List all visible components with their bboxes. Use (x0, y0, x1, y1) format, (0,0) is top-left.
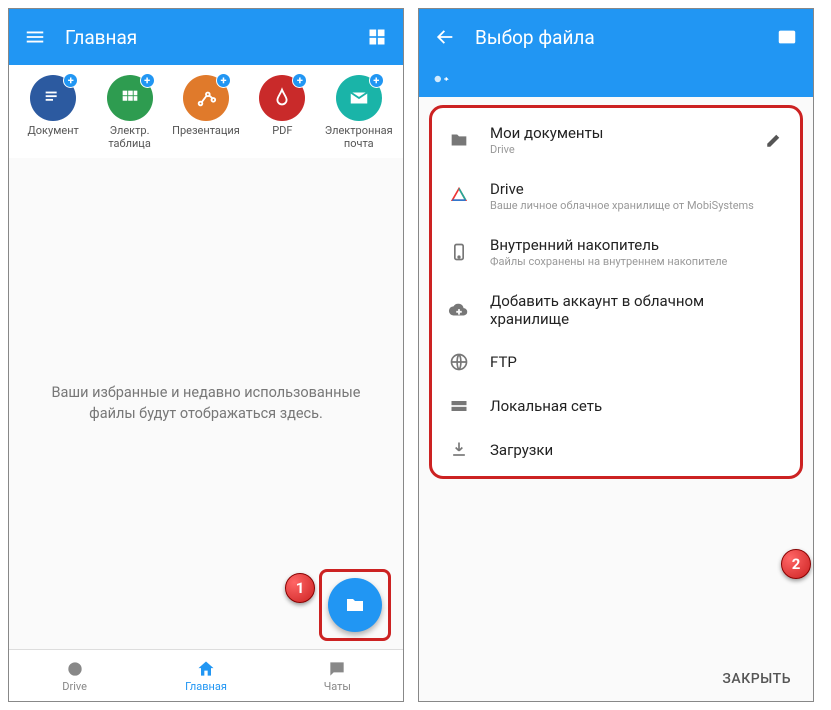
appbar: Выбор файла (419, 9, 813, 65)
create-email[interactable]: + Электронная почта (323, 75, 395, 150)
fab-highlight (319, 569, 391, 641)
bottom-nav: Drive Главная Чаты (9, 649, 403, 701)
edit-icon[interactable] (762, 128, 786, 152)
cloud-plus-icon (446, 299, 472, 321)
app-logo-icon[interactable] (775, 25, 799, 49)
drive-icon (446, 186, 472, 206)
globe-icon (446, 352, 472, 372)
close-button[interactable]: ЗАКРЫТЬ (419, 657, 813, 701)
menu-icon[interactable] (23, 25, 47, 49)
storage-list-highlight: Мои документыDrive DriveВаше личное обла… (429, 105, 803, 479)
appbar-title: Главная (65, 26, 347, 49)
storage-internal[interactable]: Внутренний накопительФайлы сохранены на … (432, 224, 800, 280)
callout-badge-2: 2 (781, 549, 811, 579)
appbar-title: Выбор файла (475, 26, 757, 49)
phone-icon (446, 242, 472, 262)
download-icon (446, 440, 472, 460)
nav-home[interactable]: Главная (140, 650, 271, 701)
storage-lan[interactable]: Локальная сеть (432, 384, 800, 428)
nav-chats[interactable]: Чаты (272, 650, 403, 701)
create-row: + Документ + Электр. таблица + Презентац… (9, 65, 403, 158)
lan-icon (446, 396, 472, 416)
callout-badge-1: 1 (285, 573, 315, 603)
create-spreadsheet[interactable]: + Электр. таблица (94, 75, 166, 150)
folder-icon (446, 129, 472, 151)
screen-file-picker: Выбор файла Мои документыDrive DriveВаше… (418, 8, 814, 702)
breadcrumb (419, 65, 813, 97)
create-pdf[interactable]: + PDF (246, 75, 318, 150)
create-presentation[interactable]: + Презентация (170, 75, 242, 150)
storage-add-cloud[interactable]: Добавить аккаунт в облачном хранилище (432, 280, 800, 340)
back-icon[interactable] (433, 25, 457, 49)
storage-my-documents[interactable]: Мои документыDrive (432, 112, 800, 168)
appbar: Главная (9, 9, 403, 65)
storage-drive[interactable]: DriveВаше личное облачное хранилище от M… (432, 168, 800, 224)
view-grid-icon[interactable] (365, 25, 389, 49)
nav-drive[interactable]: Drive (9, 650, 140, 701)
screen-home: Главная + Документ + Электр. таблица + П… (8, 8, 404, 702)
create-document[interactable]: + Документ (17, 75, 89, 150)
storage-downloads[interactable]: Загрузки (432, 428, 800, 472)
storage-ftp[interactable]: FTP (432, 340, 800, 384)
browse-fab[interactable] (328, 578, 382, 632)
